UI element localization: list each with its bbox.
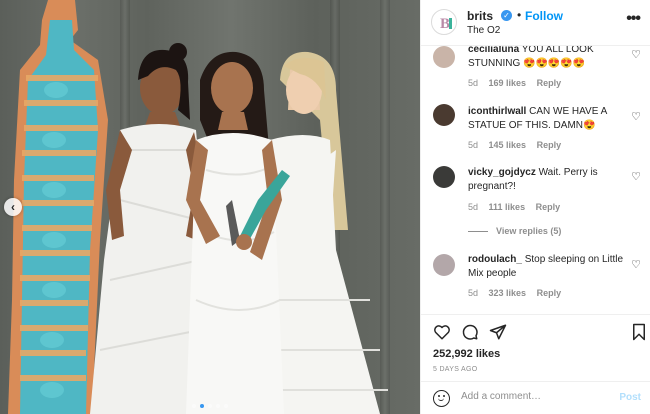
- post-side-panel: B brits ✓ • Follow The O2 ••• cecilialun…: [420, 0, 650, 414]
- reply-button[interactable]: Reply: [537, 288, 562, 298]
- comment-username[interactable]: rodoulach_: [468, 254, 522, 265]
- header-separator: •: [517, 8, 522, 22]
- comment-username[interactable]: vicky_gojdycz: [468, 167, 536, 178]
- photo-illustration: [8, 0, 388, 414]
- comment-meta: 5d 145 likes Reply: [468, 140, 569, 150]
- reply-button[interactable]: Reply: [536, 202, 561, 212]
- comment-meta: 5d 323 likes Reply: [468, 288, 569, 298]
- add-comment-bar: Post: [421, 381, 650, 414]
- carousel-prev-button[interactable]: ‹: [4, 198, 22, 216]
- comment-time: 5d: [468, 78, 479, 88]
- comment-input[interactable]: [461, 391, 601, 402]
- comments-list[interactable]: cecilialuna YOU ALL LOOK STUNNING 😍😍😍😍😍 …: [421, 46, 650, 314]
- follow-button[interactable]: Follow: [525, 9, 563, 23]
- likes-count[interactable]: 252,992 likes: [433, 348, 500, 360]
- person-middle: [186, 51, 290, 414]
- brit-statue: [8, 0, 108, 414]
- commenter-avatar[interactable]: [433, 104, 455, 126]
- more-options-icon[interactable]: •••: [626, 10, 641, 28]
- comment-likes[interactable]: 111 likes: [489, 202, 526, 212]
- emoji-picker-icon[interactable]: [433, 390, 450, 407]
- commenter-avatar[interactable]: [433, 46, 455, 68]
- like-comment-heart-icon[interactable]: ♡: [631, 258, 641, 271]
- post-time-ago: 5 DAYS AGO: [433, 366, 478, 373]
- like-comment-heart-icon[interactable]: ♡: [631, 48, 641, 61]
- post-photo[interactable]: ‹: [0, 0, 420, 414]
- save-bookmark-icon[interactable]: [631, 323, 647, 341]
- comment-username[interactable]: iconthirlwall: [468, 106, 526, 117]
- comment-likes[interactable]: 169 likes: [489, 78, 527, 88]
- comment-bubble-icon[interactable]: [461, 323, 479, 341]
- comment-meta: 5d 169 likes Reply: [468, 78, 569, 88]
- carousel-dot: [208, 404, 212, 408]
- like-comment-heart-icon[interactable]: ♡: [631, 170, 641, 183]
- comment-time: 5d: [468, 288, 479, 298]
- carousel-dot: [192, 404, 196, 408]
- carousel-dot-active: [200, 404, 204, 408]
- comment-body: rodoulach_ Stop sleeping on Little Mix p…: [468, 253, 638, 281]
- carousel-dot: [216, 404, 220, 408]
- carousel-dots: [0, 404, 420, 408]
- reply-button[interactable]: Reply: [537, 78, 562, 88]
- post-actions: 252,992 likes 5 DAYS AGO Post: [421, 314, 650, 414]
- post-comment-button[interactable]: Post: [619, 392, 641, 403]
- comment-body: cecilialuna YOU ALL LOOK STUNNING 😍😍😍😍😍: [468, 46, 638, 71]
- comment-meta: 5d 111 likes Reply: [468, 202, 568, 212]
- commenter-avatar[interactable]: [433, 166, 455, 188]
- share-paper-plane-icon[interactable]: [489, 323, 507, 341]
- svg-text:B: B: [440, 16, 450, 32]
- post-username[interactable]: brits: [467, 9, 493, 23]
- view-replies-line: [468, 231, 488, 233]
- like-heart-icon[interactable]: [433, 323, 451, 341]
- comment-username[interactable]: cecilialuna: [468, 46, 519, 55]
- view-replies-button[interactable]: View replies (5): [468, 226, 561, 236]
- comment-time: 5d: [468, 202, 479, 212]
- view-replies-label: View replies (5): [496, 226, 562, 236]
- comment-body: vicky_gojdycz Wait. Perry is pregnant?!: [468, 166, 638, 194]
- comment-likes[interactable]: 145 likes: [489, 140, 527, 150]
- comment-likes[interactable]: 323 likes: [489, 288, 527, 298]
- carousel-dot: [224, 404, 228, 408]
- verified-badge-icon: ✓: [501, 10, 512, 21]
- comment-time: 5d: [468, 140, 479, 150]
- emoji-mouth: [438, 398, 444, 401]
- commenter-avatar[interactable]: [433, 254, 455, 276]
- reply-button[interactable]: Reply: [537, 140, 562, 150]
- post-location[interactable]: The O2: [467, 25, 500, 36]
- post-header: B brits ✓ • Follow The O2 •••: [421, 0, 650, 46]
- like-comment-heart-icon[interactable]: ♡: [631, 110, 641, 123]
- comment-body: iconthirlwall CAN WE HAVE A STATUE OF TH…: [468, 105, 638, 133]
- brits-avatar[interactable]: B: [431, 9, 457, 35]
